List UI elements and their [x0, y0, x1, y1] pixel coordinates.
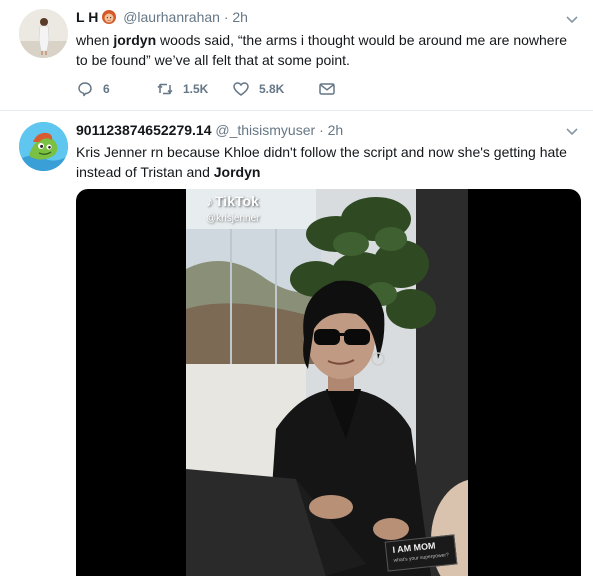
retweet-button[interactable]: 1.5K: [156, 79, 232, 99]
timestamp[interactable]: 2h: [232, 9, 248, 25]
envelope-icon: [319, 83, 335, 95]
chevron-down-icon[interactable]: [565, 124, 579, 138]
retweet-icon: [157, 83, 173, 95]
like-count: 5.8K: [259, 82, 285, 96]
direct-message-button[interactable]: [318, 79, 336, 99]
video-frame[interactable]: ♪ TikTok @krisjenner I AM MOM what's your…: [186, 189, 468, 576]
reply-count: 6: [103, 82, 110, 96]
chevron-down-icon[interactable]: [565, 12, 579, 26]
separator: ·: [223, 9, 229, 25]
tweet-text: when jordyn woods said, “the arms i thou…: [76, 32, 568, 68]
like-button[interactable]: 5.8K: [232, 79, 318, 99]
tweet-header: 901123874652279.14 @_thisismyuser · 2h: [76, 122, 343, 138]
separator: ·: [319, 122, 324, 138]
tiktok-note-icon: ♪: [206, 193, 213, 209]
tweet-text: Kris Jenner rn because Khloe didn't foll…: [76, 144, 567, 180]
heart-icon: [233, 82, 249, 96]
tweet-actions: 6 1.5K 5.8K: [76, 79, 336, 99]
tweet-header: L H @laurhanrahan · 2h: [76, 9, 248, 25]
avatar[interactable]: [19, 122, 68, 171]
display-name[interactable]: 901123874652279.14: [76, 122, 211, 138]
reply-icon: [78, 82, 92, 97]
highlighted-term: Jordyn: [213, 164, 261, 180]
avatar[interactable]: [19, 9, 68, 58]
tiktok-username: @krisjenner: [206, 213, 260, 224]
reply-button[interactable]: 6: [76, 79, 156, 99]
highlighted-term: jordyn: [113, 32, 157, 48]
tweet[interactable]: 901123874652279.14 @_thisismyuser · 2h K…: [0, 112, 593, 576]
video-player[interactable]: ♪ TikTok @krisjenner I AM MOM what's your…: [76, 189, 581, 576]
tiktok-watermark: ♪ TikTok: [206, 193, 259, 209]
woman-red-hair-emoji-icon: [102, 10, 117, 24]
retweet-count: 1.5K: [183, 82, 209, 96]
video-still-image: [186, 189, 468, 576]
timestamp[interactable]: 2h: [328, 122, 344, 138]
handle[interactable]: @laurhanrahan: [123, 9, 220, 25]
tweet[interactable]: L H @laurhanrahan · 2h when jordyn woods…: [0, 0, 593, 111]
handle[interactable]: @_thisismyuser: [215, 122, 315, 138]
display-name[interactable]: L H: [76, 9, 98, 25]
